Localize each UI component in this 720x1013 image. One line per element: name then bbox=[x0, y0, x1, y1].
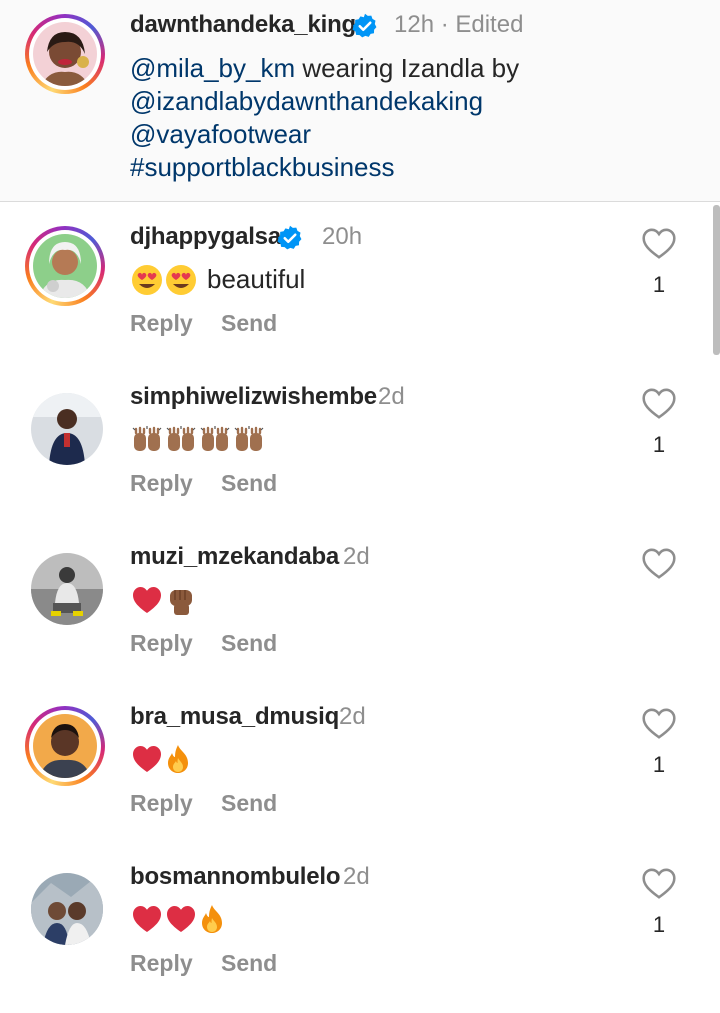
heart-outline-icon[interactable] bbox=[641, 866, 677, 900]
comment-username[interactable]: bosmannombulelo bbox=[130, 863, 341, 891]
comment-username[interactable]: djhappygalsa bbox=[130, 223, 281, 251]
like-count: 1 bbox=[652, 912, 666, 937]
comment-emojis bbox=[131, 264, 197, 296]
send-button[interactable]: Send bbox=[221, 630, 277, 657]
fire-emoji bbox=[168, 745, 188, 773]
heart-eyes-emoji bbox=[132, 265, 162, 295]
mention-link[interactable]: @vayafootwear bbox=[130, 118, 690, 151]
red-heart-emoji bbox=[167, 906, 195, 932]
caption-author-avatar[interactable] bbox=[25, 14, 105, 94]
comment-avatar[interactable] bbox=[25, 226, 105, 306]
comment-avatar[interactable] bbox=[31, 553, 103, 625]
send-button[interactable]: Send bbox=[221, 950, 277, 977]
fire-emoji bbox=[202, 905, 222, 933]
send-button[interactable]: Send bbox=[221, 310, 277, 337]
like-count: 1 bbox=[652, 272, 666, 297]
comment-username[interactable]: muzi_mzekandaba bbox=[130, 543, 339, 571]
comment-emojis bbox=[131, 425, 265, 455]
comment-username[interactable]: bra_musa_dmusiq bbox=[130, 703, 339, 731]
caption-timestamp: 12h · Edited bbox=[394, 11, 524, 38]
mention-link[interactable]: @mila_by_km bbox=[130, 53, 295, 83]
comment-timestamp: 2d bbox=[343, 543, 370, 570]
reply-button[interactable]: Reply bbox=[130, 950, 193, 977]
reply-button[interactable]: Reply bbox=[130, 630, 193, 657]
heart-eyes-emoji bbox=[166, 265, 196, 295]
raised-fist-emoji bbox=[170, 590, 192, 615]
reply-button[interactable]: Reply bbox=[130, 470, 193, 497]
caption-line-text: wearing Izandla by bbox=[295, 53, 520, 83]
raised-hands-emoji bbox=[234, 426, 264, 451]
send-button[interactable]: Send bbox=[221, 790, 277, 817]
reply-button[interactable]: Reply bbox=[130, 790, 193, 817]
scrollbar[interactable] bbox=[713, 205, 720, 355]
comment-text: beautiful bbox=[207, 264, 306, 294]
comment-emojis bbox=[131, 584, 197, 616]
comment-timestamp: 2d bbox=[378, 383, 405, 410]
red-heart-emoji bbox=[133, 906, 161, 932]
heart-outline-icon[interactable] bbox=[641, 386, 677, 420]
comment-timestamp: 2d bbox=[343, 863, 370, 890]
send-button[interactable]: Send bbox=[221, 470, 277, 497]
comment-avatar[interactable] bbox=[25, 706, 105, 786]
heart-outline-icon[interactable] bbox=[641, 226, 677, 260]
comment-username[interactable]: simphiwelizwishembe bbox=[130, 383, 377, 411]
red-heart-emoji bbox=[133, 587, 161, 613]
caption-text: @mila_by_km wearing Izandla by @izandlab… bbox=[130, 52, 690, 184]
heart-outline-icon[interactable] bbox=[641, 546, 677, 580]
comment-avatar[interactable] bbox=[31, 393, 103, 465]
raised-hands-emoji bbox=[200, 426, 230, 451]
hashtag-link[interactable]: #supportblackbusiness bbox=[130, 151, 690, 184]
post-caption: dawnthandeka_king 12h · Edited @mila_by_… bbox=[0, 0, 720, 202]
comment-timestamp: 20h bbox=[322, 223, 363, 250]
raised-hands-emoji bbox=[132, 426, 162, 451]
verified-badge-icon bbox=[277, 225, 302, 250]
heart-outline-icon[interactable] bbox=[641, 706, 677, 740]
reply-button[interactable]: Reply bbox=[130, 310, 193, 337]
red-heart-emoji bbox=[133, 746, 161, 772]
like-count: 1 bbox=[652, 432, 666, 457]
like-count: 1 bbox=[652, 752, 666, 777]
comment-avatar[interactable] bbox=[31, 873, 103, 945]
mention-link[interactable]: @izandlabydawnthandekaking bbox=[130, 85, 690, 118]
raised-hands-emoji bbox=[166, 426, 196, 451]
caption-username[interactable]: dawnthandeka_king bbox=[130, 11, 356, 39]
comment-emojis bbox=[131, 904, 225, 934]
verified-badge-icon bbox=[352, 13, 377, 38]
comment-emojis bbox=[131, 744, 191, 774]
comment-timestamp: 2d bbox=[339, 703, 366, 730]
